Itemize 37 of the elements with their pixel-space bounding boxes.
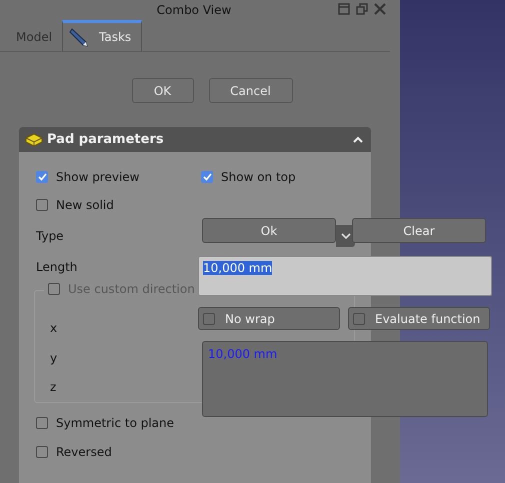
clear-button[interactable]: Clear bbox=[352, 218, 486, 243]
ok-button[interactable]: OK bbox=[132, 78, 194, 103]
pad-icon bbox=[25, 132, 43, 148]
cancel-button[interactable]: Cancel bbox=[208, 78, 292, 103]
close-icon[interactable] bbox=[374, 3, 386, 15]
axis-label: x bbox=[50, 320, 58, 335]
tab[interactable]: Tasks bbox=[62, 20, 142, 51]
checkbox-label: Symmetric to plane bbox=[56, 416, 174, 430]
window-title: Combo View bbox=[156, 3, 232, 17]
checkbox[interactable] bbox=[201, 171, 213, 183]
field-label: Length bbox=[36, 260, 78, 274]
checkbox[interactable] bbox=[203, 312, 215, 324]
checkbox[interactable] bbox=[36, 446, 48, 458]
expression-field[interactable]: 10,000 mm bbox=[198, 256, 492, 296]
checkbox[interactable] bbox=[36, 416, 48, 428]
pencil-icon bbox=[69, 27, 90, 47]
section-header[interactable]: Pad parameters bbox=[19, 127, 371, 152]
result-box: 10,000 mm bbox=[202, 341, 488, 417]
section-title: Pad parameters bbox=[47, 132, 165, 147]
checkbox[interactable] bbox=[36, 199, 48, 211]
axis-label: y bbox=[50, 350, 58, 364]
ok-button[interactable]: Ok bbox=[202, 218, 336, 243]
field-label: Type bbox=[36, 228, 64, 242]
axis-label: z bbox=[50, 380, 56, 394]
option-toggle[interactable]: Evaluate function bbox=[348, 307, 490, 330]
float-icon[interactable] bbox=[356, 3, 368, 15]
checkbox[interactable] bbox=[353, 312, 365, 324]
checkbox-label: Show preview bbox=[56, 170, 140, 184]
checkbox-label: Show on top bbox=[221, 170, 296, 184]
dock-icon[interactable] bbox=[338, 3, 350, 15]
chevron-down-icon bbox=[340, 232, 350, 240]
chevron-icon[interactable] bbox=[353, 136, 363, 143]
checkbox[interactable] bbox=[36, 171, 48, 183]
option-toggle[interactable]: No wrap bbox=[198, 307, 340, 330]
checkbox-label: New solid bbox=[56, 198, 114, 212]
tab[interactable]: Model bbox=[0, 23, 62, 51]
checkbox-label: Reversed bbox=[56, 444, 112, 458]
